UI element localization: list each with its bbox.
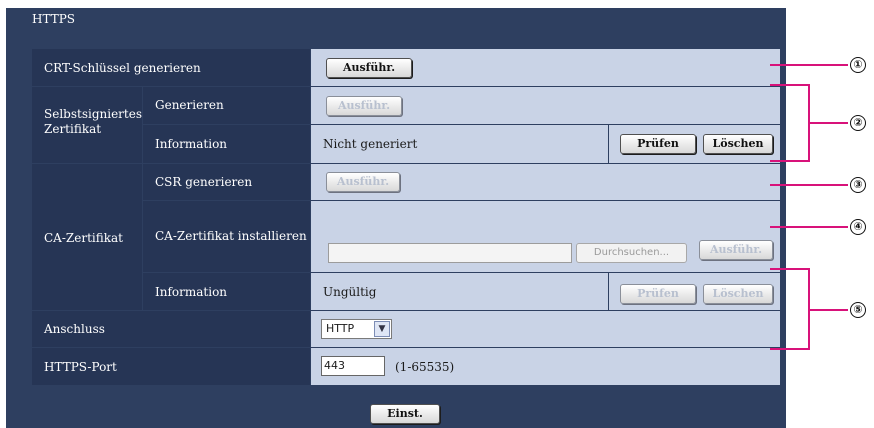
chevron-down-icon: ▼ [374, 321, 390, 337]
connection-selected: HTTP [326, 322, 355, 335]
csr-execute-button[interactable]: Ausführ. [326, 172, 400, 192]
connection-label-cell: Anschluss [32, 311, 310, 347]
callout-2-line-out [808, 122, 848, 124]
self-signed-label: Selbstsigniertes Zertifikat [44, 107, 142, 136]
generate-label-cell: Generieren [143, 87, 310, 124]
ca-label-cell: CA-Zertifikat [32, 164, 142, 310]
self-info-value: Nicht generiert [323, 137, 418, 151]
certificate-file-input[interactable] [328, 243, 572, 263]
callout-5-line-bottom [770, 348, 810, 350]
crt-label: CRT-Schlüssel generieren [44, 61, 201, 75]
callout-1-line [770, 64, 848, 66]
crt-label-cell: CRT-Schlüssel generieren [32, 49, 310, 86]
submit-button[interactable]: Einst. [370, 404, 440, 424]
self-info-label: Information [155, 137, 228, 151]
self-delete-button[interactable]: Löschen [703, 134, 773, 154]
port-label: HTTPS-Port [44, 360, 117, 374]
callout-2-line-bottom [770, 160, 810, 162]
crt-execute-button[interactable]: Ausführ. [326, 58, 412, 78]
ca-info-value-cell: Ungültig [311, 273, 608, 310]
self-info-value-cell: Nicht generiert [311, 125, 608, 163]
callout-2: ② [850, 115, 866, 131]
callout-3: ③ [850, 177, 866, 193]
connection-label: Anschluss [44, 322, 105, 336]
connection-select[interactable]: HTTP ▼ [321, 319, 392, 339]
browse-button[interactable]: Durchsuchen... [576, 243, 687, 263]
ca-check-button[interactable]: Prüfen [620, 284, 696, 304]
callout-5-line-top [770, 268, 810, 270]
install-execute-button[interactable]: Ausführ. [699, 240, 773, 260]
callout-2-line-top [770, 84, 810, 86]
callout-3-line [770, 184, 848, 186]
callout-4: ④ [850, 219, 866, 235]
callout-1: ① [850, 57, 866, 73]
generate-execute-button[interactable]: Ausführ. [326, 96, 402, 116]
self-info-label-cell: Information [143, 125, 310, 163]
section-title: HTTPS [32, 12, 75, 26]
port-range: (1-65535) [395, 360, 455, 374]
csr-label-cell: CSR generieren [143, 164, 310, 200]
callout-5: ⑤ [850, 302, 866, 318]
ca-info-label-cell: Information [143, 273, 310, 310]
port-label-cell: HTTPS-Port [32, 348, 310, 385]
callout-5-line-out [808, 309, 848, 311]
ca-info-label: Information [155, 285, 228, 299]
callout-4-line [770, 226, 848, 228]
ca-delete-button[interactable]: Löschen [703, 284, 773, 304]
self-signed-label-cell: Selbstsigniertes Zertifikat [32, 87, 142, 163]
install-label: CA-Zertifikat installieren [155, 229, 307, 243]
ca-info-value: Ungültig [323, 285, 377, 299]
install-label-cell: CA-Zertifikat installieren [143, 201, 310, 272]
csr-label: CSR generieren [155, 175, 253, 189]
generate-label: Generieren [155, 98, 224, 112]
ca-label: CA-Zertifikat [44, 231, 123, 245]
self-check-button[interactable]: Prüfen [620, 134, 696, 154]
https-port-input[interactable]: 443 [321, 356, 385, 376]
